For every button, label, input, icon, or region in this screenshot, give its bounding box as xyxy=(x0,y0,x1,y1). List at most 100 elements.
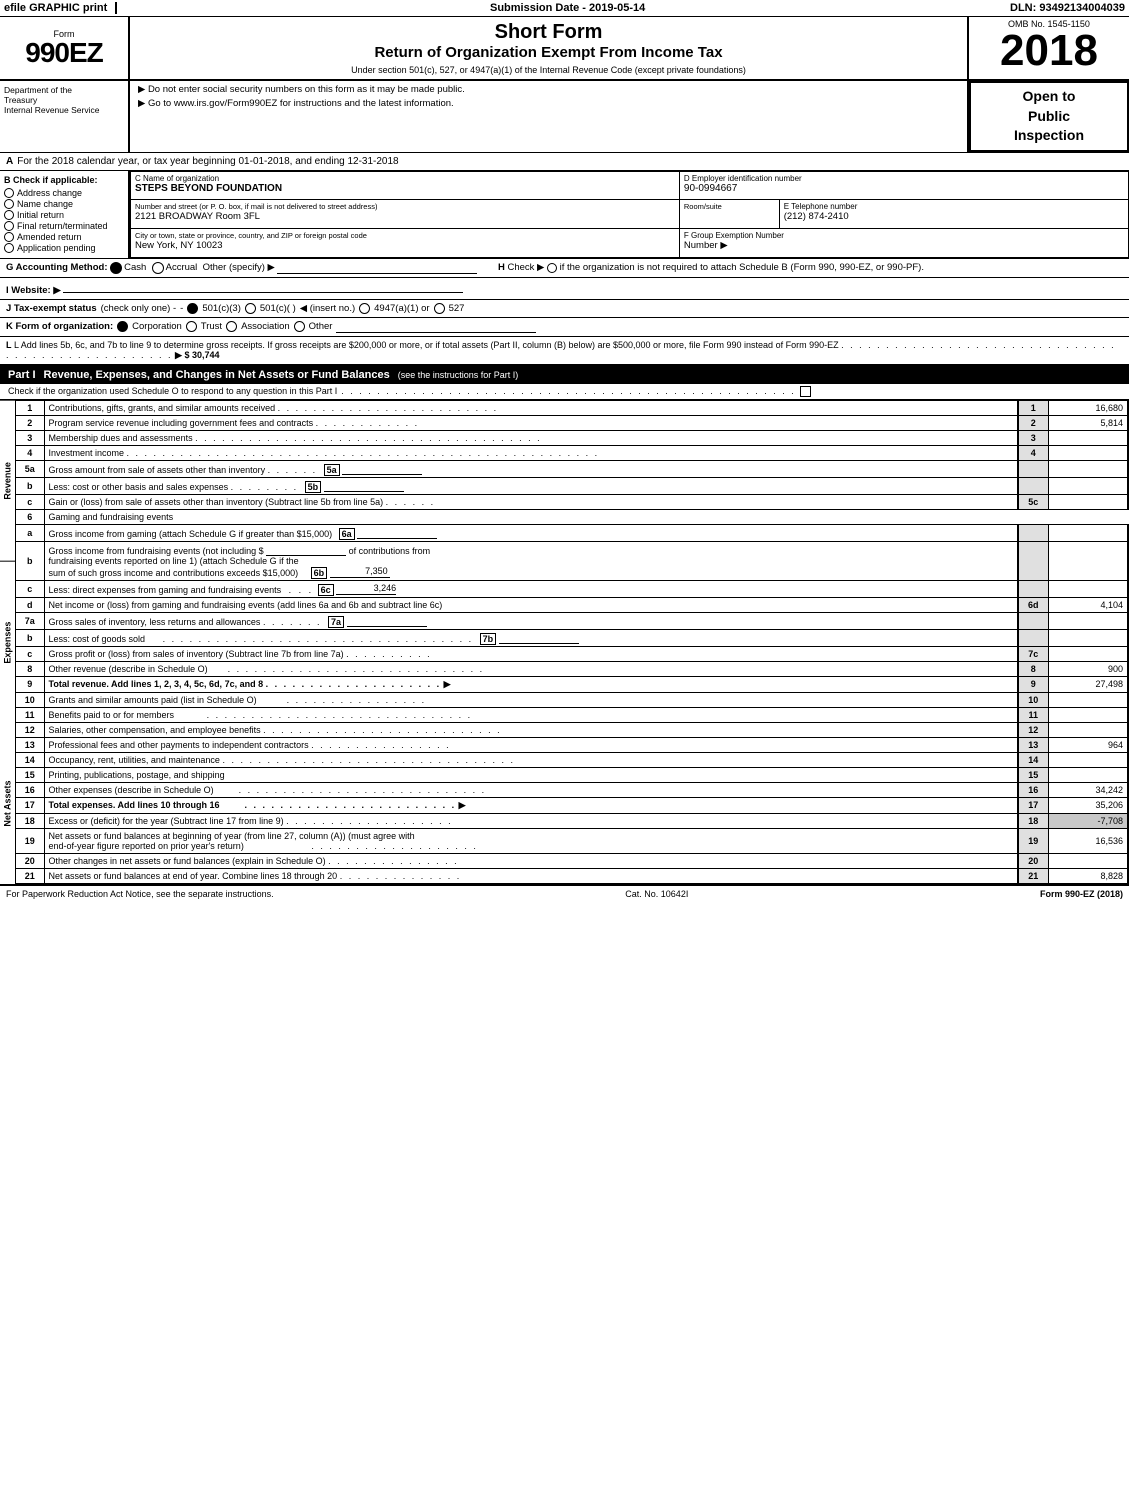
schedule-o-checkbox-icon[interactable] xyxy=(800,386,811,397)
net-assets-side-label: Net Assets xyxy=(0,723,15,884)
row-num-21: 21 xyxy=(16,868,44,883)
row-num-6b: b xyxy=(16,541,44,580)
amount-3 xyxy=(1048,430,1128,445)
amount-5b xyxy=(1048,477,1128,494)
city-label: City or town, state or province, country… xyxy=(135,231,675,240)
line-num-7c: 7c xyxy=(1018,646,1048,661)
year-number: 2018 xyxy=(1000,29,1098,73)
check-initial-return[interactable]: Initial return xyxy=(4,210,124,220)
amount-4 xyxy=(1048,445,1128,460)
row-desc-17: Total expenses. Add lines 10 through 16 … xyxy=(44,797,1018,813)
amount-2: 5,814 xyxy=(1048,415,1128,430)
row-num-13: 13 xyxy=(16,737,44,752)
table-row: b Less: cost or other basis and sales ex… xyxy=(16,477,1128,494)
footer-left: For Paperwork Reduction Act Notice, see … xyxy=(6,889,274,899)
row-desc-20: Other changes in net assets or fund bala… xyxy=(44,853,1018,868)
check-address-change-label: Address change xyxy=(17,188,82,198)
line-num-15: 15 xyxy=(1018,767,1048,782)
d-label: D Employer identification number xyxy=(684,174,1124,183)
phone: (212) 874-2410 xyxy=(784,211,1124,222)
f-arrow: ▶ xyxy=(720,240,727,251)
table-row: c Gain or (loss) from sale of assets oth… xyxy=(16,494,1128,509)
table-row: 15 Printing, publications, postage, and … xyxy=(16,767,1128,782)
row-desc-13: Professional fees and other payments to … xyxy=(44,737,1018,752)
amount-6a xyxy=(1048,524,1128,541)
row-desc-5c: Gain or (loss) from sale of assets other… xyxy=(44,494,1018,509)
check-name-change[interactable]: Name change xyxy=(4,199,124,209)
check-final-return[interactable]: Final return/terminated xyxy=(4,221,124,231)
radio-501c-icon xyxy=(245,303,256,314)
row-desc-15: Printing, publications, postage, and shi… xyxy=(44,767,1018,782)
revenue-side-label: Revenue xyxy=(0,400,15,562)
website-label: I Website: ▶ xyxy=(6,285,61,296)
form-org-association: Association xyxy=(241,321,290,332)
table-row: 20 Other changes in net assets or fund b… xyxy=(16,853,1128,868)
schedule-o-check-text: Check if the organization used Schedule … xyxy=(8,386,337,396)
table-row: 14 Occupancy, rent, utilities, and maint… xyxy=(16,752,1128,767)
form-org-other-input[interactable] xyxy=(336,321,536,333)
tax-insert: ◀ (insert no.) xyxy=(300,303,355,314)
table-row: 11 Benefits paid to or for members . . .… xyxy=(16,707,1128,722)
line-num-5b xyxy=(1018,477,1048,494)
row-desc-5a: Gross amount from sale of assets other t… xyxy=(44,460,1018,477)
amount-7a xyxy=(1048,612,1128,629)
amount-11 xyxy=(1048,707,1128,722)
part1-header: Part I Revenue, Expenses, and Changes in… xyxy=(0,366,1129,384)
line-num-10: 10 xyxy=(1018,692,1048,707)
row-num-11: 11 xyxy=(16,707,44,722)
line-num-6b xyxy=(1018,541,1048,580)
row-desc-21: Net assets or fund balances at end of ye… xyxy=(44,868,1018,883)
row-desc-7b: Less: cost of goods sold . . . . . . . .… xyxy=(44,629,1018,646)
table-row: c Less: direct expenses from gaming and … xyxy=(16,580,1128,597)
c-label: C Name of organization xyxy=(135,174,675,183)
line-num-4: 4 xyxy=(1018,445,1048,460)
radio-initial-return-icon xyxy=(4,210,14,220)
amount-15 xyxy=(1048,767,1128,782)
radio-amended-return-icon xyxy=(4,232,14,242)
accounting-other-input[interactable] xyxy=(277,262,477,274)
row-num-2: 2 xyxy=(16,415,44,430)
footer: For Paperwork Reduction Act Notice, see … xyxy=(0,884,1129,902)
room-suite-label: Room/suite xyxy=(684,202,775,211)
dept-line3: Internal Revenue Service xyxy=(4,105,124,115)
table-row: 9 Total revenue. Add lines 1, 2, 3, 4, 5… xyxy=(16,676,1128,692)
row-desc-8: Other revenue (describe in Schedule O) .… xyxy=(44,661,1018,676)
row-num-7a: 7a xyxy=(16,612,44,629)
amount-1: 16,680 xyxy=(1048,400,1128,415)
h-label: H xyxy=(498,262,505,273)
row-desc-6c: Less: direct expenses from gaming and fu… xyxy=(44,580,1018,597)
h-check-text2: if the organization is not required to a… xyxy=(560,262,924,273)
check-application-pending[interactable]: Application pending xyxy=(4,243,124,253)
check-address-change[interactable]: Address change xyxy=(4,188,124,198)
row-num-7c: c xyxy=(16,646,44,661)
amount-20 xyxy=(1048,853,1128,868)
amount-16: 34,242 xyxy=(1048,782,1128,797)
line-num-6d: 6d xyxy=(1018,597,1048,612)
row-desc-6b: Gross income from fundraising events (no… xyxy=(44,541,1018,580)
row-desc-14: Occupancy, rent, utilities, and maintena… xyxy=(44,752,1018,767)
check-final-return-label: Final return/terminated xyxy=(17,221,108,231)
row-num-12: 12 xyxy=(16,722,44,737)
accounting-cash: Cash xyxy=(124,262,146,273)
line-num-5c: 5c xyxy=(1018,494,1048,509)
amount-5a xyxy=(1048,460,1128,477)
check-initial-return-label: Initial return xyxy=(17,210,64,220)
table-row: d Net income or (loss) from gaming and f… xyxy=(16,597,1128,612)
no-ssn-instruction: ▶ Do not enter social security numbers o… xyxy=(138,84,959,95)
table-row: 1 Contributions, gifts, grants, and simi… xyxy=(16,400,1128,415)
address-value: 2121 BROADWAY Room 3FL xyxy=(135,211,675,222)
add-lines-amount: ▶ $ 30,744 xyxy=(175,350,219,360)
row-num-3: 3 xyxy=(16,430,44,445)
row-num-20: 20 xyxy=(16,853,44,868)
accounting-other: Other (specify) ▶ xyxy=(203,262,275,273)
tax-501c: 501(c)( ) xyxy=(260,303,296,314)
table-row: b Less: cost of goods sold . . . . . . .… xyxy=(16,629,1128,646)
check-amended-return[interactable]: Amended return xyxy=(4,232,124,242)
website-input[interactable] xyxy=(63,281,463,293)
amount-12 xyxy=(1048,722,1128,737)
line-num-16: 16 xyxy=(1018,782,1048,797)
top-bar: efile GRAPHIC print Submission Date - 20… xyxy=(0,0,1129,17)
radio-4947-icon xyxy=(359,303,370,314)
table-row: b Gross income from fundraising events (… xyxy=(16,541,1128,580)
line-num-11: 11 xyxy=(1018,707,1048,722)
